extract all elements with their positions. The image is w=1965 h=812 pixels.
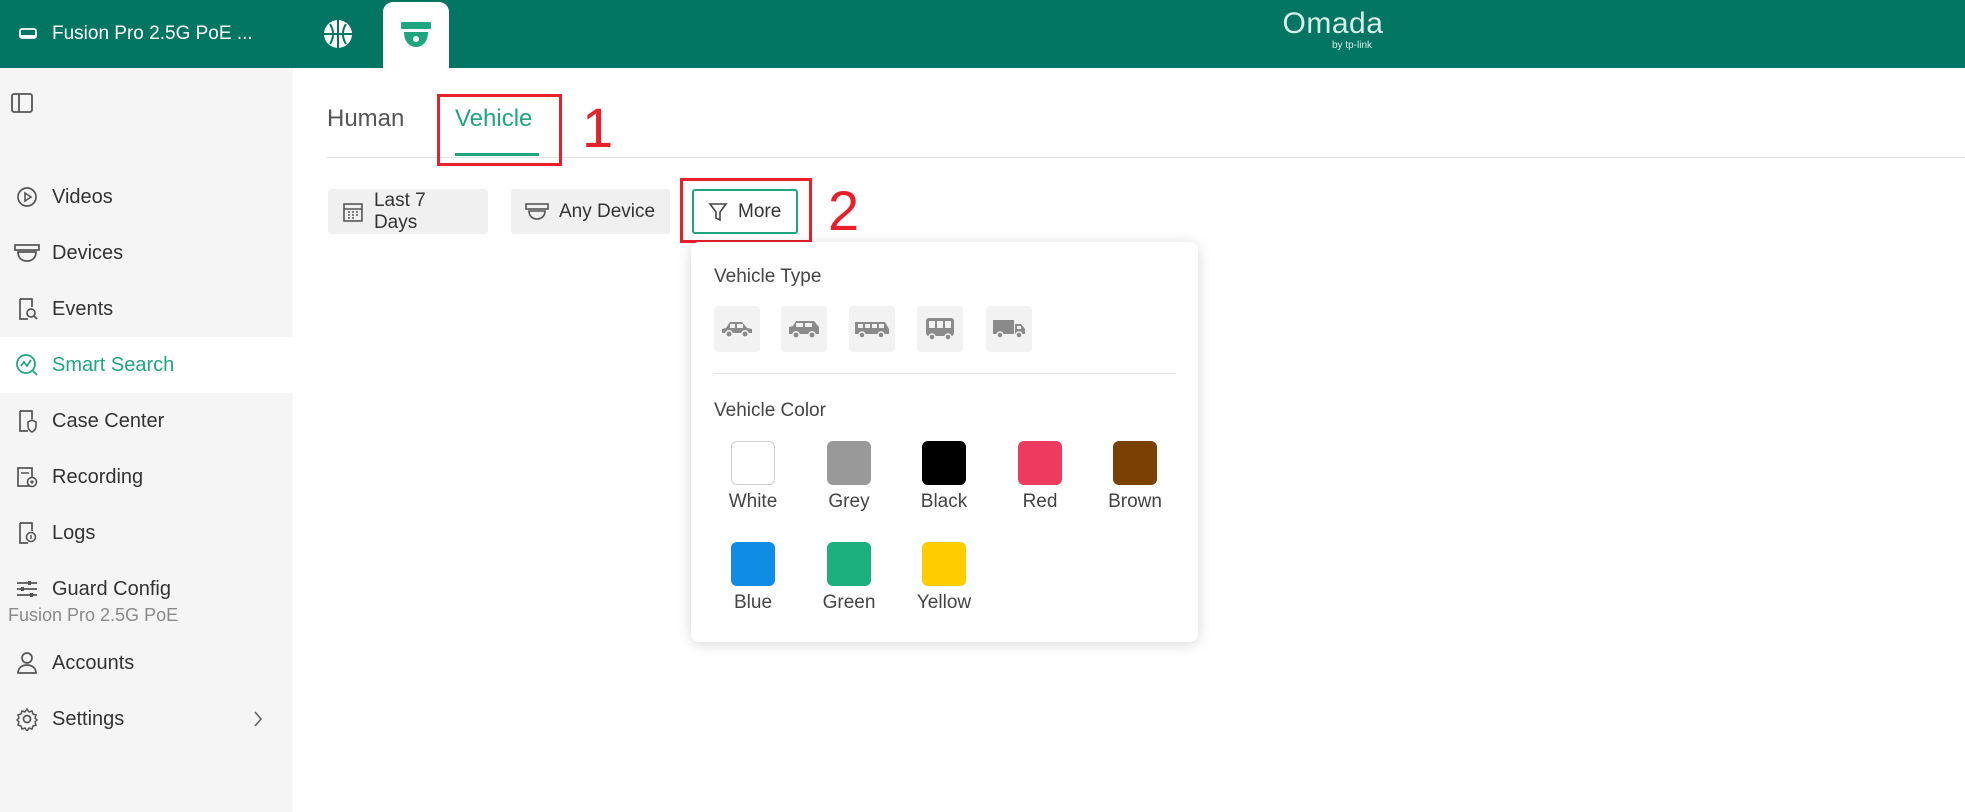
color-label: Brown bbox=[1108, 491, 1162, 512]
case-icon bbox=[14, 408, 40, 434]
sidebar-item-label: Accounts bbox=[52, 651, 135, 674]
color-label: Yellow bbox=[916, 592, 972, 613]
sidebar-item-accounts[interactable]: Accounts bbox=[0, 635, 293, 691]
switch-device-icon bbox=[19, 28, 37, 39]
top-bar: Fusion Pro 2.5G PoE ... Omada by tp-link bbox=[0, 0, 1965, 68]
annotation-number-2: 2 bbox=[828, 179, 860, 242]
calendar-icon bbox=[343, 202, 363, 222]
sidebar-item-label: Videos bbox=[52, 185, 113, 208]
play-circle-icon bbox=[14, 184, 40, 210]
object-type-tabs: Human Vehicle bbox=[327, 95, 1965, 158]
color-swatch bbox=[827, 542, 871, 586]
smart-search-icon bbox=[14, 352, 40, 378]
annotation-number-1: 1 bbox=[582, 96, 614, 159]
device-filter-button[interactable]: Any Device bbox=[511, 189, 670, 234]
color-label: Green bbox=[822, 592, 876, 613]
sidebar-item-smart-search[interactable]: Smart Search bbox=[0, 337, 293, 393]
chevron-right-icon bbox=[253, 710, 263, 734]
sidebar-item-label: Events bbox=[52, 297, 114, 320]
recording-icon bbox=[14, 464, 40, 490]
color-swatch bbox=[827, 441, 871, 485]
user-icon bbox=[14, 650, 40, 676]
sidebar-item-case-center[interactable]: Case Center bbox=[0, 393, 293, 449]
minibus-icon[interactable] bbox=[849, 306, 895, 352]
dome-camera-icon bbox=[401, 22, 431, 47]
camera-icon bbox=[14, 240, 40, 266]
sidebar-item-label: Devices bbox=[52, 241, 124, 264]
sidebar-item-logs[interactable]: Logs bbox=[0, 505, 293, 561]
color-swatch bbox=[922, 542, 966, 586]
sidebar-item-label: Settings bbox=[52, 707, 125, 730]
truck-icon[interactable] bbox=[986, 306, 1032, 352]
sliders-icon bbox=[14, 576, 40, 602]
color-option-blue[interactable]: Blue bbox=[705, 542, 801, 614]
sidebar-item-devices[interactable]: Devices bbox=[0, 225, 293, 281]
sidebar-item-events[interactable]: Events bbox=[0, 281, 293, 337]
color-option-grey[interactable]: Grey bbox=[801, 441, 897, 513]
more-filters-label: More bbox=[738, 200, 782, 222]
sidebar-section-label: Fusion Pro 2.5G PoE bbox=[8, 605, 179, 625]
suv-icon[interactable] bbox=[781, 306, 827, 352]
panel-divider bbox=[714, 373, 1176, 374]
event-search-icon bbox=[14, 296, 40, 322]
camera-icon bbox=[525, 202, 549, 220]
omada-logo: Omada by tp-link bbox=[1278, 8, 1388, 54]
color-swatch bbox=[1113, 441, 1157, 485]
color-option-green[interactable]: Green bbox=[801, 542, 897, 614]
color-option-black[interactable]: Black bbox=[896, 441, 992, 513]
vehicle-color-title: Vehicle Color bbox=[714, 400, 826, 421]
logo-sub: by tp-link bbox=[1331, 40, 1372, 51]
device-selector[interactable]: Fusion Pro 2.5G PoE ... bbox=[18, 0, 253, 68]
sidebar: Videos Devices Events Smart Search Case … bbox=[0, 68, 293, 812]
color-option-yellow[interactable]: Yellow bbox=[896, 542, 992, 614]
logs-icon bbox=[14, 520, 40, 546]
sidebar-item-label: Recording bbox=[52, 465, 144, 488]
color-option-brown[interactable]: Brown bbox=[1087, 441, 1183, 513]
color-label: White bbox=[728, 491, 778, 512]
sidebar-toggle-icon[interactable] bbox=[10, 92, 34, 119]
date-range-label: Last 7 Days bbox=[373, 189, 426, 233]
surveillance-tab[interactable] bbox=[383, 2, 449, 68]
highlight-box-vehicle-tab bbox=[437, 94, 562, 166]
more-filters-panel: Vehicle Type Vehicle Color White Grey Bl… bbox=[691, 242, 1198, 642]
color-swatch bbox=[922, 441, 966, 485]
vehicle-type-title: Vehicle Type bbox=[714, 266, 822, 287]
color-swatch bbox=[1018, 441, 1062, 485]
globe-icon[interactable] bbox=[320, 16, 356, 52]
sidebar-item-label: Guard Config bbox=[52, 577, 171, 600]
sidebar-item-videos[interactable]: Videos bbox=[0, 169, 293, 225]
sidebar-item-settings[interactable]: Settings bbox=[0, 691, 293, 747]
device-filter-label: Any Device bbox=[559, 200, 656, 222]
tab-human[interactable]: Human bbox=[327, 105, 404, 133]
sidebar-item-label: Logs bbox=[52, 521, 96, 544]
color-label: Grey bbox=[828, 491, 870, 512]
sidebar-item-recording[interactable]: Recording bbox=[0, 449, 293, 505]
sidebar-item-label: Smart Search bbox=[52, 353, 175, 376]
gear-icon bbox=[14, 706, 40, 732]
filter-icon bbox=[708, 202, 728, 221]
bus-icon[interactable] bbox=[917, 306, 963, 352]
color-swatch bbox=[731, 542, 775, 586]
logo-brand: Omada bbox=[1282, 7, 1384, 40]
color-option-white[interactable]: White bbox=[705, 441, 801, 513]
color-swatch bbox=[731, 441, 775, 485]
color-option-red[interactable]: Red bbox=[992, 441, 1088, 513]
sidebar-item-label: Case Center bbox=[52, 409, 165, 432]
color-label: Black bbox=[920, 491, 968, 512]
device-name: Fusion Pro 2.5G PoE ... bbox=[52, 23, 253, 44]
more-filters-button[interactable]: More bbox=[692, 189, 798, 234]
car-icon[interactable] bbox=[714, 306, 760, 352]
date-range-button[interactable]: Last 7 Days bbox=[328, 189, 488, 234]
color-label: Red bbox=[1022, 491, 1058, 512]
color-label: Blue bbox=[733, 592, 773, 613]
